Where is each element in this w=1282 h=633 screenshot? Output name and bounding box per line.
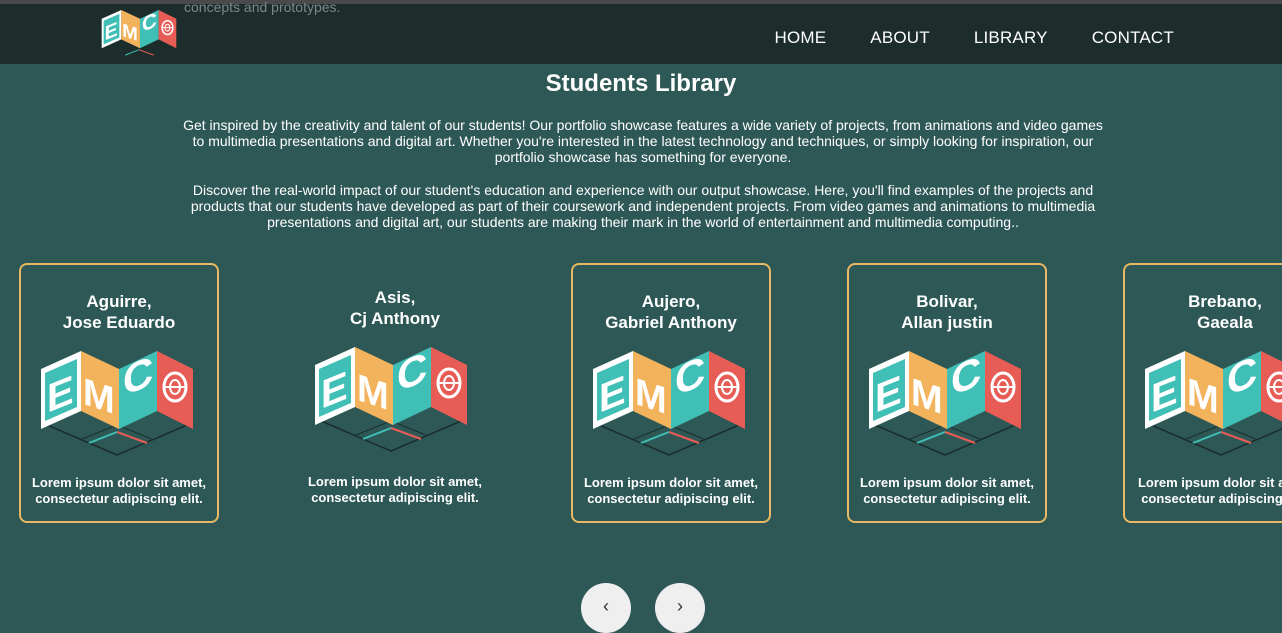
- student-first-name: Jose Eduardo: [62, 313, 176, 332]
- description-line-2: consectetur adipiscing elit.: [311, 490, 479, 505]
- student-description: Lorem ipsum dolor sit amet, consectetur …: [849, 475, 1045, 507]
- student-card[interactable]: Aguirre, Jose Eduardo Lorem ipsum dolor …: [19, 263, 219, 523]
- chevron-right-icon: ›: [677, 596, 683, 616]
- emc-logo-icon: [591, 347, 747, 457]
- student-description: Lorem ipsum dolor sit amet, consectetur …: [21, 475, 217, 507]
- description-line-1: Lorem ipsum dolor sit amet,: [583, 475, 759, 490]
- prev-button[interactable]: ‹: [581, 583, 631, 633]
- next-button[interactable]: ›: [655, 583, 705, 633]
- description-line-2: consectetur adipiscing elit.: [35, 491, 203, 506]
- student-description: Lorem ipsum dolor sit amet, consectetur …: [295, 474, 495, 506]
- student-card[interactable]: Brebano, Gaeala Lorem ipsum dolor sit am…: [1123, 263, 1282, 523]
- student-description: Lorem ipsum dolor sit amet, consectetur …: [1125, 475, 1282, 507]
- student-name: Aguirre, Jose Eduardo: [21, 291, 217, 333]
- description-line-2: consectetur adipiscing elit.: [1141, 491, 1282, 506]
- description-line-1: Lorem ipsum dolor sit amet,: [31, 475, 207, 490]
- student-card[interactable]: Bolivar, Allan justin Lorem ipsum dolor …: [847, 263, 1047, 523]
- description-line-2: consectetur adipiscing elit.: [587, 491, 755, 506]
- emc-logo-icon: [39, 347, 195, 457]
- student-first-name: Gabriel Anthony: [605, 313, 737, 332]
- page-title: Students Library: [545, 70, 737, 97]
- student-description: Lorem ipsum dolor sit amet, consectetur …: [573, 475, 769, 507]
- student-last-name: Aguirre,: [86, 292, 152, 311]
- emc-logo-icon: [1143, 347, 1282, 457]
- description-line-1: Lorem ipsum dolor sit amet,: [859, 475, 1035, 490]
- nav-home[interactable]: HOME: [774, 28, 826, 48]
- emc-logo-icon: [867, 347, 1023, 457]
- student-last-name: Bolivar,: [916, 292, 978, 311]
- student-name: Brebano, Gaeala: [1125, 291, 1282, 333]
- intro-paragraph-2: Discover the real-world impact of our st…: [190, 182, 1096, 230]
- description-line-2: consectetur adipiscing elit.: [863, 491, 1031, 506]
- student-name: Asis, Cj Anthony: [295, 287, 495, 329]
- student-name: Bolivar, Allan justin: [849, 291, 1045, 333]
- main-nav: HOME ABOUT LIBRARY CONTACT: [774, 28, 1174, 48]
- description-line-1: Lorem ipsum dolor sit amet,: [307, 474, 483, 489]
- student-last-name: Brebano,: [1188, 292, 1262, 311]
- nav-library[interactable]: LIBRARY: [974, 28, 1048, 48]
- chevron-left-icon: ‹: [603, 596, 609, 616]
- student-first-name: Gaeala: [1197, 313, 1253, 332]
- nav-about[interactable]: ABOUT: [870, 28, 930, 48]
- student-first-name: Cj Anthony: [349, 309, 441, 328]
- student-name: Aujero, Gabriel Anthony: [573, 291, 769, 333]
- emc-logo-icon: [100, 7, 178, 62]
- student-last-name: Asis,: [374, 288, 416, 307]
- student-card[interactable]: Asis, Cj Anthony Lorem ipsum dolor sit a…: [295, 263, 495, 523]
- student-last-name: Aujero,: [641, 292, 701, 311]
- intro-text: Get inspired by the creativity and talen…: [180, 117, 1106, 247]
- intro-paragraph-1: Get inspired by the creativity and talen…: [183, 117, 1103, 165]
- student-first-name: Allan justin: [901, 313, 993, 332]
- student-card[interactable]: Aujero, Gabriel Anthony Lorem ipsum dolo…: [571, 263, 771, 523]
- emc-logo-icon: [313, 343, 469, 453]
- description-line-1: Lorem ipsum dolor sit amet,: [1137, 475, 1282, 490]
- nav-contact[interactable]: CONTACT: [1092, 28, 1174, 48]
- overlapping-caption: concepts and prototypes.: [184, 0, 341, 15]
- site-logo[interactable]: [98, 7, 180, 62]
